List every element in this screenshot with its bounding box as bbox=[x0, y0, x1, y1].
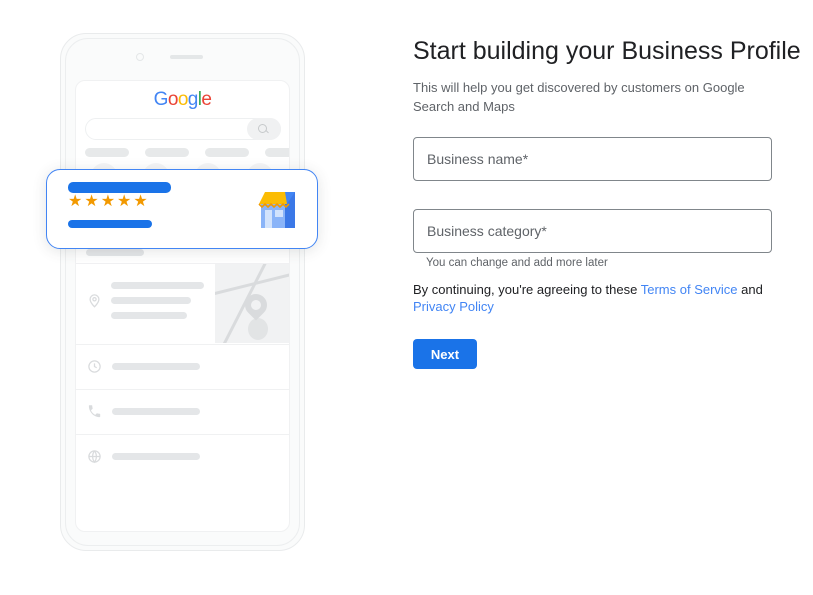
phone-row[interactable] bbox=[76, 390, 289, 434]
search-input[interactable] bbox=[85, 118, 281, 140]
phone-camera-icon bbox=[136, 53, 144, 61]
map-pin-icon bbox=[240, 289, 272, 321]
title-bar bbox=[68, 182, 171, 193]
category-helper-text: You can change and add more later bbox=[426, 257, 608, 269]
terms-of-service-link[interactable]: Terms of Service bbox=[641, 282, 738, 297]
placeholder-line bbox=[111, 297, 191, 304]
website-row[interactable] bbox=[76, 435, 289, 479]
search-icon bbox=[258, 124, 267, 133]
search-button[interactable] bbox=[247, 118, 281, 140]
business-profile-form: Start building your Business Profile Thi… bbox=[413, 0, 813, 595]
placeholder-line bbox=[112, 408, 200, 415]
chip[interactable] bbox=[265, 148, 289, 157]
map-thumbnail[interactable] bbox=[215, 264, 289, 343]
legal-text: By continuing, you're agreeing to these … bbox=[413, 282, 765, 315]
subtitle-bar bbox=[68, 220, 152, 228]
storefront-icon bbox=[247, 182, 303, 238]
legal-prefix: By continuing, you're agreeing to these bbox=[413, 282, 641, 297]
privacy-policy-link[interactable]: Privacy Policy bbox=[413, 299, 494, 314]
business-category-input[interactable] bbox=[413, 209, 772, 253]
clock-icon bbox=[87, 359, 102, 379]
next-button[interactable]: Next bbox=[413, 339, 477, 369]
map-pin-shadow bbox=[248, 318, 268, 340]
page-title: Start building your Business Profile bbox=[413, 37, 801, 65]
legal-conjunction: and bbox=[737, 282, 763, 297]
location-pin-icon bbox=[87, 293, 102, 313]
star-rating: ★★★★★ bbox=[68, 193, 150, 210]
chip-row bbox=[85, 148, 289, 157]
chip[interactable] bbox=[85, 148, 129, 157]
business-name-input[interactable] bbox=[413, 137, 772, 181]
hours-row[interactable] bbox=[76, 345, 289, 389]
placeholder-line bbox=[112, 363, 200, 370]
placeholder-line bbox=[112, 453, 200, 460]
address-row[interactable] bbox=[76, 264, 289, 343]
highlighted-review-card[interactable]: ★★★★★ bbox=[46, 169, 318, 249]
placeholder-line bbox=[111, 312, 187, 319]
phone-illustration: Google ★★★★★ bbox=[0, 0, 400, 595]
page-subtitle: This will help you get discovered by cus… bbox=[413, 80, 745, 114]
placeholder-line bbox=[86, 249, 144, 256]
phone-speaker bbox=[170, 55, 203, 59]
chip[interactable] bbox=[205, 148, 249, 157]
phone-screen: Google bbox=[75, 80, 290, 532]
phone-icon bbox=[87, 404, 102, 424]
google-logo: Google bbox=[153, 89, 212, 110]
chip[interactable] bbox=[145, 148, 189, 157]
placeholder-line bbox=[111, 282, 204, 289]
globe-icon bbox=[87, 449, 102, 469]
